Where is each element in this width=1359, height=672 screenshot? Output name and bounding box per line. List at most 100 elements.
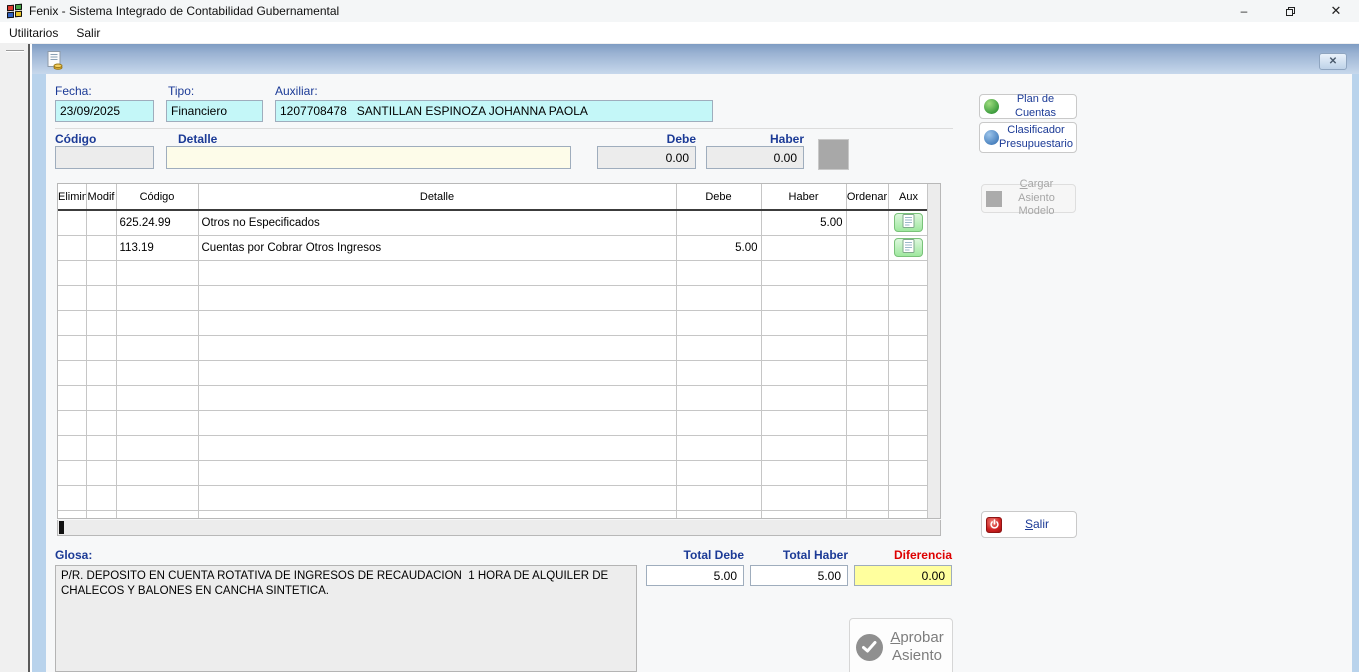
clasificador-presupuestario-button[interactable]: Clasificador Presupuestario	[979, 122, 1077, 153]
cell-3	[198, 385, 676, 410]
vertical-scrollbar[interactable]	[927, 184, 940, 518]
cell-4	[676, 260, 761, 285]
debe-label: Debe	[597, 132, 696, 146]
total-debe-field: 5.00	[646, 565, 744, 586]
menu-utilitarios[interactable]: Utilitarios	[0, 23, 67, 43]
cell-3	[198, 435, 676, 460]
cell-0	[58, 485, 86, 510]
cell-4	[676, 385, 761, 410]
cell-5	[761, 435, 846, 460]
diferencia-field: 0.00	[854, 565, 952, 586]
restore-button[interactable]	[1267, 0, 1313, 22]
empty-row[interactable]	[58, 285, 929, 310]
empty-row[interactable]	[58, 485, 929, 510]
cell-4	[676, 485, 761, 510]
column-header-4: Debe	[676, 184, 761, 210]
titlebar: Fenix - Sistema Integrado de Contabilida…	[0, 0, 1359, 22]
aux-button[interactable]	[894, 213, 923, 232]
aux-cell	[888, 410, 929, 435]
plan-de-cuentas-button[interactable]: Plan de Cuentas	[979, 94, 1077, 119]
cell-6	[846, 285, 888, 310]
collapsed-side-panel[interactable]	[0, 44, 30, 672]
cell-5	[761, 385, 846, 410]
cell-2	[116, 485, 198, 510]
aprobar-asiento-button[interactable]: Aprobar Asiento	[849, 618, 953, 672]
aux-button[interactable]	[894, 238, 923, 257]
cell-6	[846, 385, 888, 410]
column-header-6: Ordenar	[846, 184, 888, 210]
fecha-input[interactable]: 23/09/2025	[55, 100, 154, 122]
cell-4	[676, 210, 761, 235]
gray-square-icon	[986, 191, 1002, 207]
hscroll-thumb[interactable]	[59, 521, 64, 534]
cell-1	[86, 435, 116, 460]
entry-action-button[interactable]	[818, 139, 849, 170]
cell-0	[58, 235, 86, 260]
notepad-icon	[902, 239, 915, 256]
cell-4	[676, 435, 761, 460]
cell-1	[86, 335, 116, 360]
minimize-button[interactable]: –	[1221, 0, 1267, 22]
salir-button[interactable]: Salir	[981, 511, 1077, 538]
entry-row[interactable]: 625.24.99Otros no Especificados5.00	[58, 210, 929, 235]
cell-4	[676, 310, 761, 335]
empty-row[interactable]	[58, 460, 929, 485]
auxiliar-input[interactable]: 1207708478 SANTILLAN ESPINOZA JOHANNA PA…	[275, 100, 713, 122]
cell-5	[761, 335, 846, 360]
cell-0	[58, 260, 86, 285]
cell-1	[86, 260, 116, 285]
cell-6	[846, 260, 888, 285]
aux-cell	[888, 485, 929, 510]
cell-0	[58, 385, 86, 410]
cell-0	[58, 310, 86, 335]
empty-row[interactable]	[58, 435, 929, 460]
cargar-asiento-modelo-button[interactable]: Cargar Asiento Modelo	[981, 184, 1076, 213]
cell-6	[846, 435, 888, 460]
cell-5	[761, 510, 846, 519]
empty-row[interactable]	[58, 410, 929, 435]
empty-row[interactable]	[58, 335, 929, 360]
cell-6	[846, 360, 888, 385]
cell-1	[86, 460, 116, 485]
cell-3	[198, 485, 676, 510]
debe-input[interactable]: 0.00	[597, 146, 696, 169]
cell-0	[58, 360, 86, 385]
cell-5	[761, 360, 846, 385]
glosa-label: Glosa:	[55, 548, 92, 562]
cell-5	[761, 285, 846, 310]
codigo-input[interactable]	[55, 146, 154, 169]
cell-1	[86, 235, 116, 260]
app-window: Fenix - Sistema Integrado de Contabilida…	[0, 0, 1359, 672]
power-icon	[986, 517, 1002, 533]
empty-row[interactable]	[58, 360, 929, 385]
tipo-input[interactable]: Financiero	[166, 100, 263, 122]
app-logo-icon	[7, 4, 23, 18]
cell-4	[676, 510, 761, 519]
cell-2: 625.24.99	[116, 210, 198, 235]
empty-row[interactable]	[58, 510, 929, 519]
empty-row[interactable]	[58, 385, 929, 410]
aux-cell	[888, 460, 929, 485]
glosa-textarea[interactable]: P/R. DEPOSITO EN CUENTA ROTATIVA DE INGR…	[55, 565, 637, 672]
panel-grip-icon	[6, 50, 24, 52]
empty-row[interactable]	[58, 260, 929, 285]
cell-3	[198, 335, 676, 360]
cell-6	[846, 410, 888, 435]
cell-3	[198, 310, 676, 335]
entries-body: 625.24.99Otros no Especificados5.00113.1…	[58, 210, 929, 519]
horizontal-scrollbar[interactable]	[57, 520, 941, 536]
cell-4	[676, 460, 761, 485]
empty-row[interactable]	[58, 310, 929, 335]
column-header-5: Haber	[761, 184, 846, 210]
aux-cell	[888, 385, 929, 410]
close-button[interactable]: ✕	[1313, 0, 1359, 22]
haber-input[interactable]: 0.00	[706, 146, 804, 169]
entry-row[interactable]: 113.19Cuentas por Cobrar Otros Ingresos5…	[58, 235, 929, 260]
menu-salir[interactable]: Salir	[67, 23, 109, 43]
cell-6	[846, 510, 888, 519]
cell-6	[846, 235, 888, 260]
cell-3: Otros no Especificados	[198, 210, 676, 235]
detalle-input[interactable]	[166, 146, 571, 169]
cell-1	[86, 510, 116, 519]
cell-5	[761, 260, 846, 285]
